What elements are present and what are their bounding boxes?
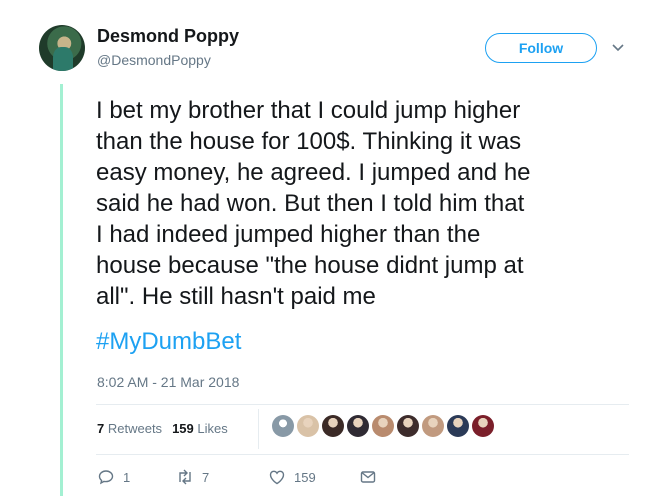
reply-button[interactable]: 1 — [97, 468, 176, 486]
likes-count: 159 — [172, 421, 194, 436]
retweets-stat[interactable]: 7 Retweets — [97, 421, 162, 436]
thread-line — [60, 84, 63, 496]
like-button[interactable]: 159 — [268, 468, 359, 486]
liker-avatar[interactable] — [447, 415, 469, 437]
engagement-stats: 7 Retweets 159 Likes — [97, 421, 228, 436]
tweet-text: I bet my brother that I could jump highe… — [96, 97, 531, 310]
direct-message-button[interactable] — [359, 468, 377, 486]
retweets-count: 7 — [97, 421, 105, 436]
liker-avatar[interactable] — [422, 415, 444, 437]
tweet-timestamp[interactable]: 8:02 AM - 21 Mar 2018 — [97, 374, 239, 390]
retweet-icon — [179, 469, 191, 485]
liker-avatar[interactable] — [472, 415, 494, 437]
author-name[interactable]: Desmond Poppy — [97, 26, 239, 47]
like-count: 159 — [294, 469, 316, 485]
stats-separator — [258, 409, 259, 449]
liker-avatar[interactable] — [322, 415, 344, 437]
envelope-icon — [360, 471, 376, 483]
liker-avatar[interactable] — [397, 415, 419, 437]
divider — [96, 454, 629, 455]
retweets-label: Retweets — [107, 421, 163, 436]
likes-label: Likes — [197, 421, 228, 436]
chevron-down-icon[interactable] — [611, 43, 625, 53]
author-avatar[interactable] — [39, 25, 85, 71]
reply-icon — [98, 470, 114, 485]
liker-avatar[interactable] — [297, 415, 319, 437]
hashtag-link[interactable]: #MyDumbBet — [96, 326, 241, 357]
follow-button[interactable]: Follow — [485, 33, 597, 63]
reply-count: 1 — [123, 469, 131, 485]
liker-avatars — [272, 415, 494, 437]
action-bar: 1 7 159 — [97, 468, 377, 486]
liker-avatar[interactable] — [272, 415, 294, 437]
divider — [96, 404, 629, 405]
liker-avatar[interactable] — [347, 415, 369, 437]
heart-icon — [269, 470, 285, 485]
author-handle[interactable]: @DesmondPoppy — [97, 52, 211, 68]
liker-avatar[interactable] — [372, 415, 394, 437]
retweet-count: 7 — [202, 469, 210, 485]
likes-stat[interactable]: 159 Likes — [172, 421, 228, 436]
retweet-button[interactable]: 7 — [176, 468, 268, 486]
